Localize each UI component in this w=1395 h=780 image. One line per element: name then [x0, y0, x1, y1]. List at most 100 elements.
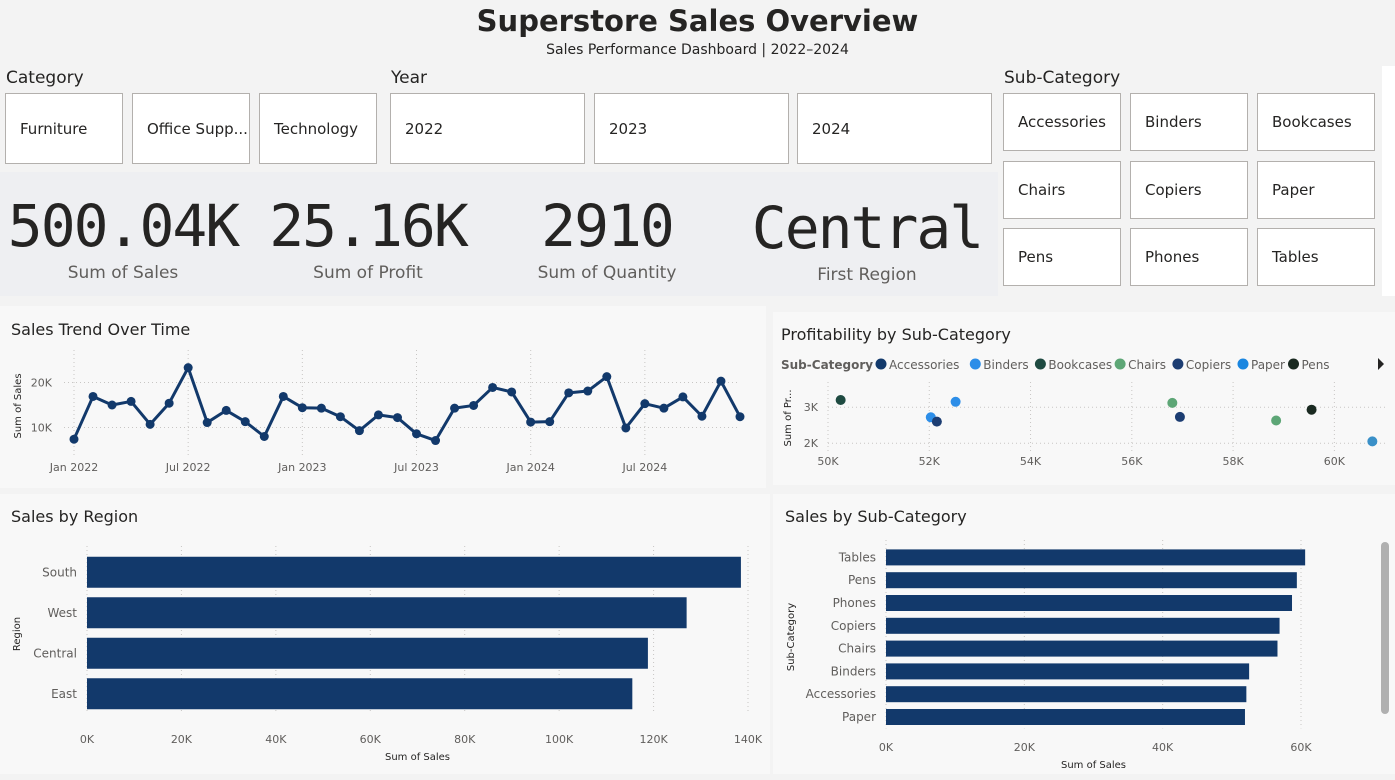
- subcategory-chart-scrollbar[interactable]: [1381, 542, 1389, 714]
- sales-trend-point: [602, 372, 612, 382]
- kpi-profit-value: 25.16K: [269, 192, 469, 260]
- scatter-x-tick: 54K: [1020, 455, 1042, 468]
- region-chart-category-label: South: [42, 565, 77, 579]
- dashboard-subtitle: Sales Performance Dashboard | 2022–2024: [546, 42, 849, 58]
- subcategory-tile-tables[interactable]: Tables: [1257, 228, 1375, 286]
- scatter-x-tick: 50K: [817, 455, 839, 468]
- region-chart-x-tick: 100K: [545, 733, 574, 746]
- sales-trend-point: [183, 363, 193, 373]
- category-slicer-label: Category: [6, 68, 84, 88]
- subcategory-chart-x-tick: 60K: [1290, 741, 1312, 754]
- subcategory-chart-y-axis-label: Sub-Category: [786, 603, 797, 671]
- kpi-sales-value: 500.04K: [7, 192, 240, 260]
- sales-trend-point: [145, 419, 155, 429]
- region-chart-x-tick: 80K: [454, 733, 476, 746]
- line-chart-x-tick: Jan 2024: [505, 461, 554, 474]
- scatter-x-tick: 52K: [919, 455, 941, 468]
- region-chart-bar: [87, 678, 633, 710]
- scatter-y-tick: 3K: [804, 401, 819, 414]
- subcategory-tile-pens[interactable]: Pens: [1003, 228, 1121, 286]
- sales-trend-point: [278, 391, 288, 401]
- sales-trend-point: [621, 423, 631, 433]
- scatter-legend-item: Bookcases: [1048, 358, 1112, 372]
- subcategory-tile-phones[interactable]: Phones: [1130, 228, 1248, 286]
- scatter-legend-marker: [969, 358, 981, 370]
- subcategory-chart-bar: [886, 640, 1278, 657]
- subcategory-chart-bar: [886, 686, 1247, 703]
- subcategory-chart-category-label: Paper: [842, 710, 876, 724]
- category-tile-office-supplies[interactable]: Office Supp...: [132, 93, 250, 164]
- sales-trend-point: [678, 392, 688, 402]
- line-chart-y-axis-label: Sum of Sales: [13, 373, 24, 438]
- scatter-legend-item: Copiers: [1186, 358, 1231, 372]
- kpi-quantity-label: Sum of Quantity: [537, 263, 677, 283]
- profitability-panel: Profitability by Sub-Category Sub-Catego…: [773, 312, 1395, 485]
- subcategory-tile-accessories[interactable]: Accessories: [1003, 93, 1121, 151]
- category-tile-furniture[interactable]: Furniture: [5, 93, 123, 164]
- subcategory-chart-bar: [886, 617, 1280, 634]
- subcategory-tile-bookcases[interactable]: Bookcases: [1257, 93, 1375, 151]
- scatter-x-tick: 56K: [1121, 455, 1143, 468]
- scatter-legend-marker: [1034, 358, 1046, 370]
- subcategory-tile-paper[interactable]: Paper: [1257, 161, 1375, 219]
- sales-trend-point: [507, 387, 517, 397]
- slicer-edge-strip: [1382, 66, 1395, 296]
- region-chart-x-tick: 40K: [265, 733, 287, 746]
- sales-trend-point: [526, 417, 536, 427]
- subcategory-chart-category-label: Binders: [831, 664, 876, 678]
- region-chart-category-label: East: [51, 687, 77, 701]
- category-tile-technology[interactable]: Technology: [259, 93, 377, 164]
- sales-trend-point: [583, 386, 593, 396]
- sales-trend-point: [659, 403, 669, 413]
- sales-trend-point: [240, 417, 250, 427]
- sales-trend-point: [202, 418, 212, 428]
- subcategory-slicer-label: Sub-Category: [1004, 68, 1121, 88]
- scatter-point: [931, 416, 942, 427]
- sales-trend-point: [221, 405, 231, 415]
- scatter-legend-item: Pens: [1302, 358, 1330, 372]
- year-tile-2022[interactable]: 2022: [390, 93, 585, 164]
- scatter-legend-item: Paper: [1251, 358, 1285, 372]
- sales-trend-point: [564, 388, 574, 398]
- subcategory-tile-binders[interactable]: Binders: [1130, 93, 1248, 151]
- scatter-legend-marker: [1288, 358, 1299, 370]
- scatter-point: [950, 396, 961, 407]
- region-chart-x-tick: 20K: [171, 733, 193, 746]
- subcategory-chart-bar: [886, 709, 1245, 725]
- subcategory-tile-copiers[interactable]: Copiers: [1130, 161, 1248, 219]
- scatter-point: [1174, 411, 1185, 422]
- subcategory-chart-category-label: Tables: [838, 550, 876, 564]
- sales-trend-point: [412, 429, 422, 439]
- sales-trend-point: [716, 376, 726, 386]
- subcategory-chart-x-axis-label: Sum of Sales: [1061, 760, 1126, 771]
- year-tile-2024[interactable]: 2024: [797, 93, 992, 164]
- line-chart-y-tick: 10K: [31, 422, 53, 435]
- sales-trend-point: [392, 413, 402, 423]
- region-chart-y-axis-label: Region: [12, 617, 23, 651]
- sales-trend-point: [316, 403, 326, 413]
- kpi-region-label: First Region: [817, 265, 917, 285]
- scatter-legend-next-icon: [1378, 358, 1384, 370]
- subcategory-chart-category-label: Accessories: [806, 687, 876, 701]
- scatter-y-tick: 2K: [804, 437, 819, 450]
- kpi-profit-label: Sum of Profit: [313, 263, 423, 283]
- scatter-y-axis-label: Sum of Pr...: [783, 389, 794, 446]
- year-tile-2023[interactable]: 2023: [594, 93, 789, 164]
- sales-trend-point: [297, 403, 307, 413]
- sales-trend-point: [697, 411, 707, 421]
- subcategory-chart-category-label: Chairs: [838, 642, 876, 656]
- region-chart-x-tick: 140K: [734, 733, 763, 746]
- scatter-point: [1271, 415, 1282, 426]
- line-chart-x-tick: Jul 2022: [165, 461, 211, 474]
- line-chart-x-tick: Jul 2023: [393, 461, 439, 474]
- subcategory-chart-category-label: Copiers: [831, 619, 876, 633]
- scatter-point: [1306, 404, 1317, 415]
- region-chart-category-label: West: [47, 606, 77, 620]
- sales-trend-point: [450, 403, 460, 413]
- kpi-sales-label: Sum of Sales: [67, 263, 179, 283]
- kpi-region-value: Central: [751, 194, 984, 262]
- subcategory-tile-chairs[interactable]: Chairs: [1003, 161, 1121, 219]
- subcategory-chart-x-tick: 0K: [879, 741, 894, 754]
- sales-subcategory-chart: 0K 20K 40K 60K Tables Pens Phones Copiers Chairs…: [786, 540, 1312, 771]
- sales-region-chart: 0K 20K 40K 60K 80K 100K 120K 140K South West Centr…: [12, 546, 763, 763]
